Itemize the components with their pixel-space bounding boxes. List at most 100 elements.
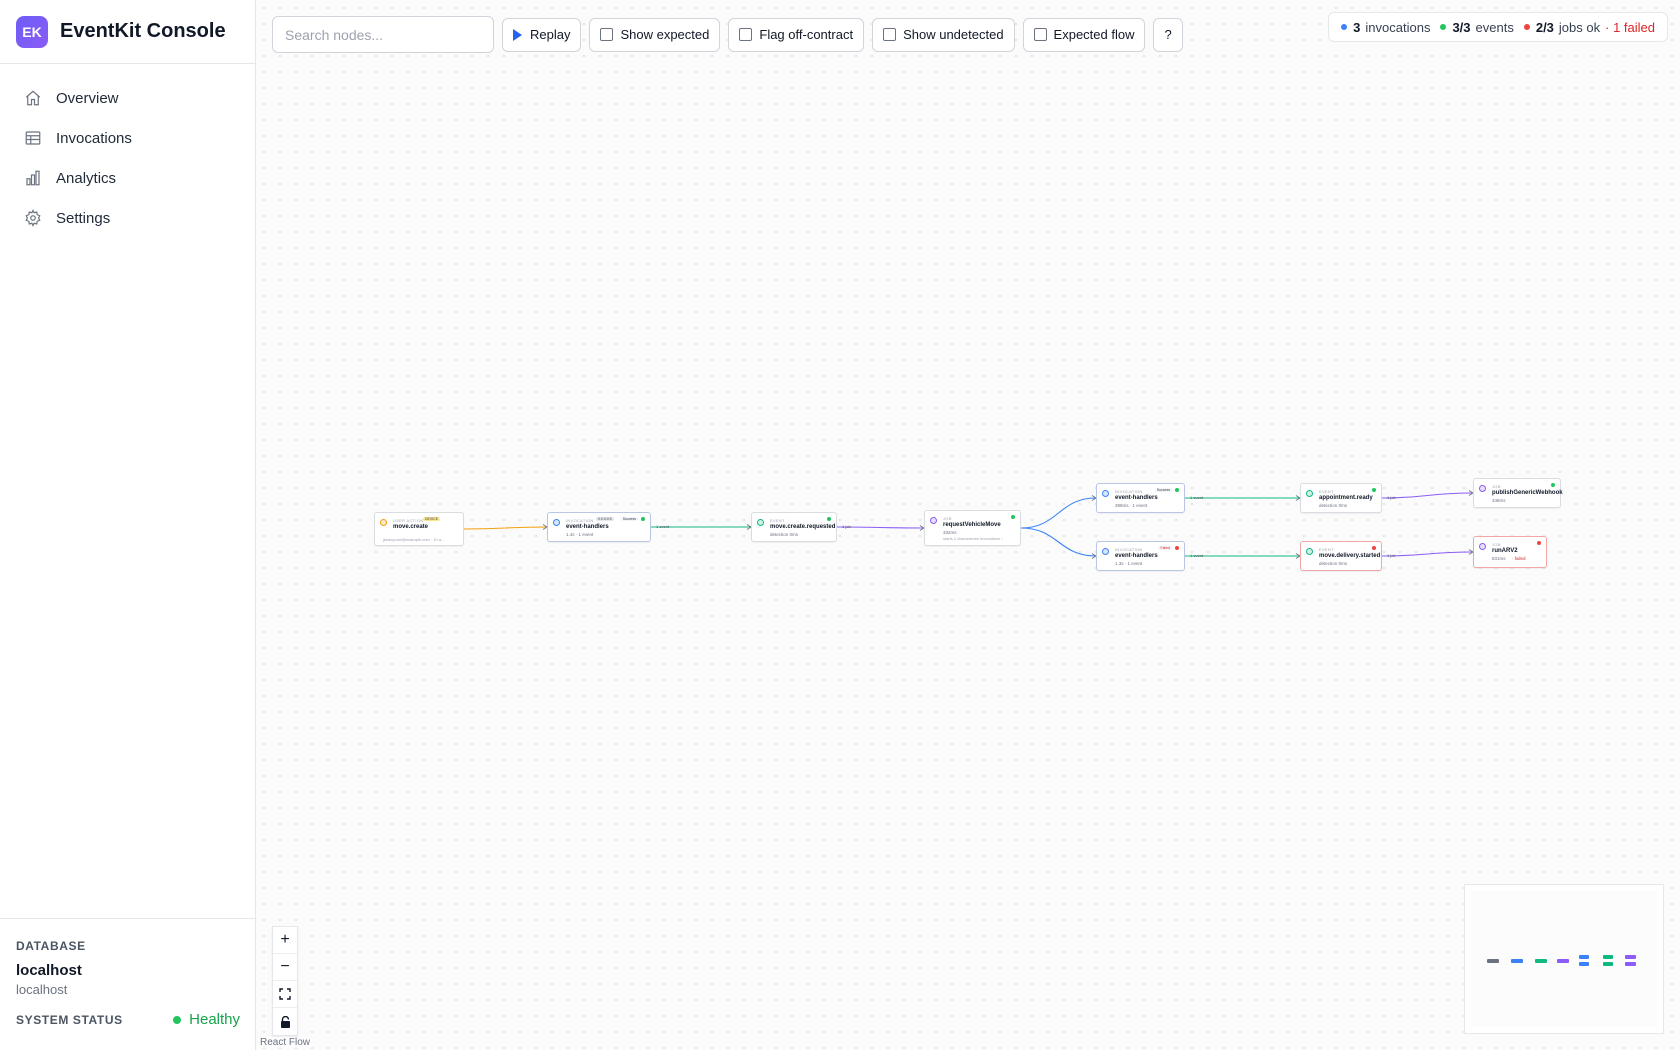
flow-edge[interactable]: [463, 526, 548, 530]
event-icon: [757, 519, 764, 526]
sidebar: EK EventKit Console Overview Invocations…: [0, 0, 256, 1050]
flow-node[interactable]: JOB runARV2 831ms · failed: [1473, 536, 1547, 568]
flow-canvas[interactable]: USER ACTION move.create jkwenpush@example.…: [256, 0, 1680, 1050]
fit-view-button[interactable]: [273, 981, 297, 1008]
sidebar-item-analytics[interactable]: Analytics: [12, 158, 243, 198]
play-icon: [513, 28, 522, 41]
node-type: JOB: [1492, 542, 1501, 547]
node-title: event-handlers: [1115, 495, 1158, 501]
database-host: localhost: [16, 962, 82, 979]
edge-label: 1 event: [1190, 495, 1204, 500]
node-subtitle: 388ms · 1 event: [1115, 503, 1148, 508]
sidebar-item-label: Analytics: [56, 169, 117, 187]
show-undetected-label: Show undetected: [903, 27, 1004, 42]
flow-edge[interactable]: [1020, 497, 1097, 529]
ok-status-icon: [827, 517, 831, 521]
job-icon: [930, 517, 937, 524]
expected-flow-label: Expected flow: [1053, 27, 1135, 42]
flow-node[interactable]: INVOCATION event-handlers 388ms · 1 event S…: [1096, 483, 1185, 513]
ok-status-icon: [641, 517, 645, 521]
sidebar-item-label: Invocations: [56, 129, 132, 147]
node-title: publishGenericWebhook: [1492, 490, 1563, 496]
events-count: 3/3: [1452, 19, 1471, 35]
node-type: USER ACTION: [393, 518, 424, 523]
node-type: INVOCATION: [1115, 489, 1143, 494]
replay-button[interactable]: Replay: [502, 17, 582, 52]
node-title: runARV2: [1492, 548, 1518, 554]
minimap-node: [1487, 959, 1499, 963]
node-detail: starts 2 downstream invocations ›: [943, 536, 1003, 541]
node-subtitle: 348ms: [1492, 498, 1506, 503]
stat-events: 3/3 events: [1440, 19, 1514, 35]
flow-node[interactable]: EVENT move.create.requested detection 0ms: [751, 512, 837, 542]
zoom-out-button[interactable]: −: [273, 954, 297, 981]
sidebar-item-invocations[interactable]: Invocations: [12, 118, 243, 158]
edge-label: 1 event: [656, 524, 670, 529]
invocations-count: 3: [1353, 19, 1361, 35]
flag-off-contract-toggle[interactable]: Flag off-contract: [728, 17, 865, 52]
node-subtitle: detection 0ms: [770, 532, 799, 537]
flow-node[interactable]: INVOCATION event-handlers 1.3s · 1 event Fa…: [1096, 541, 1185, 571]
help-button[interactable]: ?: [1153, 17, 1183, 52]
flow-node[interactable]: EVENT move.delivery.started detection 0ms: [1300, 541, 1382, 571]
database-sub: localhost: [16, 982, 68, 997]
system-status: Healthy: [173, 1011, 240, 1028]
toolbar: Replay Show expected Flag off-contract S…: [272, 16, 1183, 53]
node-type: EVENT: [770, 518, 785, 523]
search-input[interactable]: [272, 16, 494, 53]
node-status-badge: Success: [620, 517, 638, 521]
flow-node[interactable]: USER ACTION move.create jkwenpush@example.…: [374, 512, 464, 546]
sidebar-item-overview[interactable]: Overview: [12, 78, 243, 118]
minimap-node: [1511, 959, 1523, 963]
minimap-node: [1625, 962, 1636, 966]
react-flow-attribution[interactable]: React Flow: [258, 1037, 313, 1048]
node-title: event-handlers: [1115, 553, 1158, 559]
lambda-icon: [553, 519, 560, 526]
edge-label: 1 job: [842, 524, 851, 529]
expected-flow-toggle[interactable]: Expected flow: [1022, 17, 1146, 52]
ok-status-icon: [1011, 515, 1015, 519]
flow-node[interactable]: EVENT appointment.ready detection 0ms: [1300, 483, 1382, 513]
node-title: move.create: [393, 524, 429, 530]
sidebar-item-label: Overview: [56, 89, 119, 107]
node-type: INVOCATION: [1115, 547, 1143, 552]
checkbox-icon: [600, 28, 614, 41]
node-title: event-handlers: [566, 524, 609, 530]
sidebar-footer: DATABASE localhost localhost SYSTEM STAT…: [0, 918, 256, 1050]
brand-logo: EK: [16, 15, 48, 48]
flow-node[interactable]: JOB publishGenericWebhook 348ms: [1473, 478, 1563, 508]
minimap-node: [1535, 959, 1547, 963]
system-status-heading: SYSTEM STATUS: [16, 1012, 123, 1027]
replay-label: Replay: [530, 27, 571, 42]
run-stats: 3 invocations 3/3 events 2/3 jobs ok · 1…: [1328, 12, 1668, 42]
lambda-icon: [1102, 548, 1109, 555]
brand[interactable]: EK EventKit Console: [0, 0, 255, 64]
minimap-node: [1603, 962, 1613, 966]
failed-status-icon: [1175, 546, 1179, 550]
flow-node[interactable]: INVOCATION event-handlers 1.4s · 1 event 0.…: [547, 512, 651, 542]
node-title: move.delivery.started: [1319, 553, 1381, 559]
zoom-in-button[interactable]: +: [273, 927, 297, 954]
sidebar-item-settings[interactable]: Settings: [12, 198, 243, 238]
system-status-value: Healthy: [189, 1011, 240, 1028]
edge-label: 1 job: [1387, 553, 1396, 558]
flow-node[interactable]: JOB requestVehicleMove 332ms starts 2 downs…: [924, 510, 1021, 546]
minimap[interactable]: [1464, 884, 1664, 1034]
show-undetected-toggle[interactable]: Show undetected: [872, 17, 1015, 52]
node-title: appointment.ready: [1319, 495, 1373, 501]
ok-status-icon: [1372, 488, 1376, 492]
show-expected-toggle[interactable]: Show expected: [589, 17, 721, 52]
minimap-node: [1625, 955, 1636, 959]
status-dot-icon: [173, 1015, 182, 1024]
lambda-icon: [1102, 490, 1109, 497]
flow-edge[interactable]: [1020, 527, 1097, 557]
node-type: INVOCATION: [566, 518, 594, 523]
fit-view-icon: [279, 988, 291, 1000]
node-type: JOB: [1492, 484, 1501, 489]
lock-button[interactable]: [273, 1008, 297, 1035]
node-badge: DEVICE: [423, 517, 441, 521]
node-subtitle: detection 0ms: [1319, 561, 1348, 566]
checkbox-icon: [1033, 28, 1047, 41]
stat-jobs: 2/3 jobs ok · 1 failed: [1523, 19, 1655, 35]
jobs-label: jobs ok: [1558, 19, 1601, 35]
